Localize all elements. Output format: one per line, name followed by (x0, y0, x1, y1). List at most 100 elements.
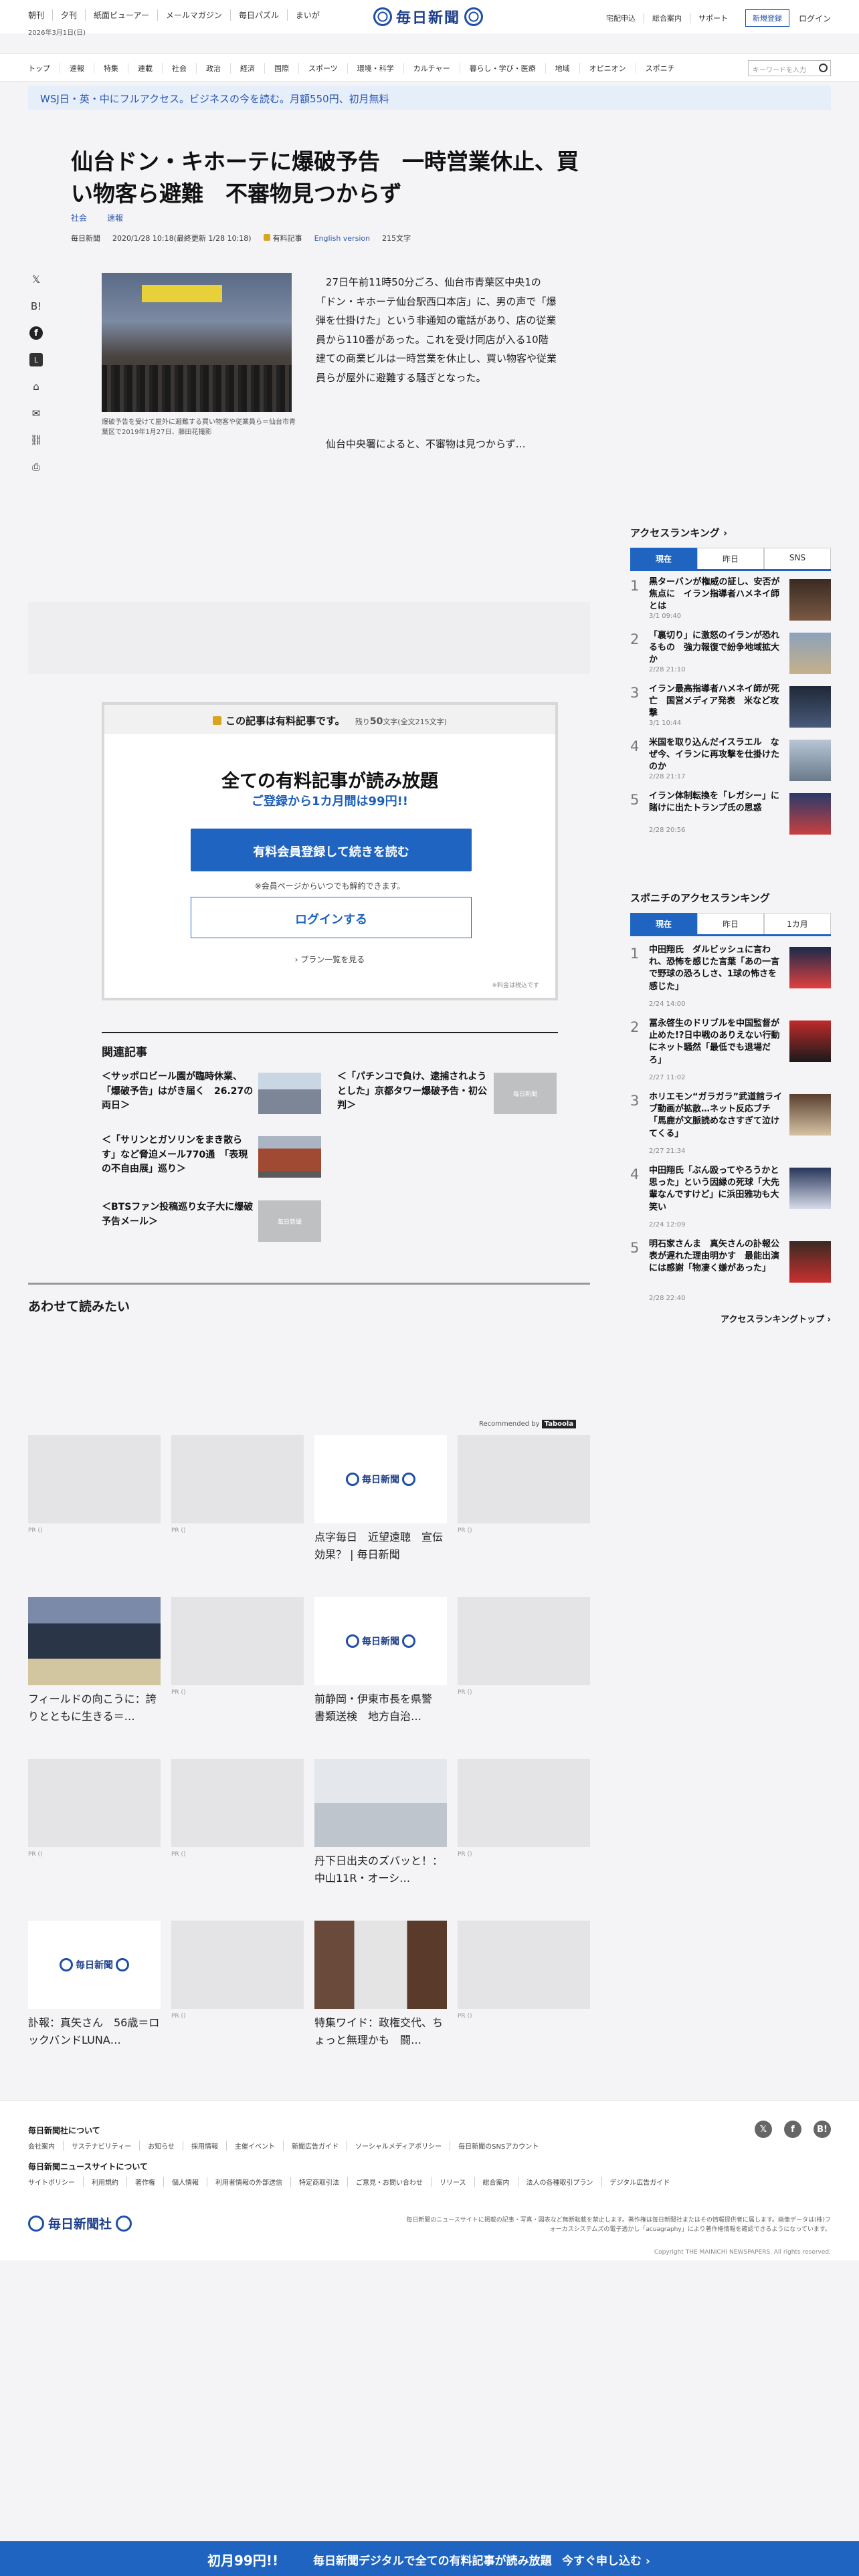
link-support[interactable]: サポート (689, 13, 736, 23)
nav-item[interactable]: 環境・科学 (347, 63, 403, 74)
tab-sns[interactable]: SNS (764, 548, 831, 569)
footer-link[interactable]: 新聞広告ガイド (283, 2141, 347, 2151)
plans-link[interactable]: › プラン一覧を見る (104, 954, 555, 965)
footer-link[interactable]: 特定商取引法 (290, 2177, 347, 2187)
tile-image[interactable] (171, 1759, 304, 1847)
promo-banner[interactable]: WSJ日・英・中にフルアクセス。ビジネスの今を読む。月額550円、初月無料 (28, 86, 831, 110)
link-info[interactable]: 総合案内 (643, 13, 690, 23)
hatena-icon[interactable]: B! (814, 2121, 831, 2138)
tile-image[interactable] (458, 1435, 590, 1523)
tile-image[interactable] (171, 1435, 304, 1523)
footer-link[interactable]: 毎日新聞のSNSアカウント (450, 2141, 547, 2151)
tile-image[interactable] (314, 1759, 447, 1847)
nav-item[interactable]: トップ (28, 63, 60, 74)
facebook-icon[interactable]: f (29, 326, 43, 340)
tile-image[interactable] (28, 1435, 161, 1523)
recommend-tile[interactable]: PR () (171, 1921, 304, 2020)
nav-item[interactable]: カルチャー (403, 63, 460, 74)
recommend-tile[interactable]: PR () (458, 1759, 590, 1858)
rank-thumbnail[interactable] (789, 1094, 831, 1136)
tile-image[interactable]: 毎日新聞 (314, 1435, 447, 1523)
recommend-tile[interactable]: 特集ワイド：政権交代、ちょっと無理かも 闘… (314, 1921, 447, 2048)
nav-item[interactable]: スポニチ (635, 63, 684, 74)
subscribe-cta-bar[interactable]: 初月99円!! 毎日新聞デジタルで全ての有料記事が読み放題 今すぐ申し込む › (0, 2541, 859, 2576)
paywall-login-button[interactable]: ログインする (191, 897, 472, 938)
rank-thumbnail[interactable] (789, 1021, 831, 1062)
tile-image[interactable] (314, 1921, 447, 2009)
footer-link[interactable]: 総合案内 (474, 2177, 518, 2187)
footer-link[interactable]: ご意見・お問い合わせ (347, 2177, 431, 2187)
footer-link[interactable]: 利用規約 (83, 2177, 126, 2187)
x-icon[interactable]: 𝕏 (755, 2121, 772, 2138)
link-puzzle[interactable]: 毎日パズル (229, 9, 287, 21)
nav-item[interactable]: スポーツ (298, 63, 347, 74)
recommend-tile[interactable]: 丹下日出夫のズバッと！：中山11R・オーシ… (314, 1759, 447, 1887)
footer-logo[interactable]: 毎日新聞社 (28, 2214, 132, 2232)
nav-item[interactable]: 経済 (230, 63, 264, 74)
related-thumb[interactable] (258, 1073, 321, 1114)
nav-item[interactable]: 速報 (60, 63, 94, 74)
recommend-tile[interactable]: フィールドの向こうに：誇りとともに生きる＝… (28, 1597, 161, 1725)
recommend-tile[interactable]: 毎日新聞 訃報：真矢さん 56歳＝ロックバンドLUNA… (28, 1921, 161, 2048)
related-thumb[interactable]: 毎日新聞 (494, 1073, 557, 1114)
rank-thumbnail[interactable] (789, 686, 831, 728)
footer-link[interactable]: ソーシャルメディアポリシー (347, 2141, 450, 2151)
footer-link[interactable]: サイトポリシー (28, 2177, 83, 2187)
recommend-tile[interactable]: PR () (458, 1921, 590, 2020)
print-icon[interactable]: ⎙ (29, 460, 43, 473)
link-icon[interactable]: ⛓ (29, 433, 43, 447)
recommend-tile[interactable]: PR () (171, 1597, 304, 1696)
nav-item[interactable]: 地域 (545, 63, 579, 74)
subscribe-button[interactable]: 有料会員登録して続きを読む (191, 829, 472, 871)
tag-society[interactable]: 社会 (71, 212, 87, 223)
ranking-top-link[interactable]: アクセスランキングトップ › (721, 1312, 831, 1325)
recommend-tile[interactable]: PR () (458, 1435, 590, 1534)
tile-image[interactable] (171, 1597, 304, 1685)
tab-sponichi-month[interactable]: 1カ月 (764, 913, 831, 934)
footer-link[interactable]: 著作権 (126, 2177, 163, 2187)
related-item[interactable]: ＜BTSファン投稿巡り女子大に爆破予告メール＞ (102, 1200, 256, 1229)
footer-link[interactable]: 利用者情報の外部送信 (207, 2177, 290, 2187)
tile-image[interactable] (28, 1759, 161, 1847)
nav-item[interactable]: 特集 (94, 63, 128, 74)
nav-item[interactable]: オピニオン (579, 63, 636, 74)
related-item[interactable]: ＜サッポロビール園が臨時休業、「爆破予告」はがき届く 26.27の両日＞ (102, 1070, 256, 1113)
footer-link[interactable]: 個人情報 (163, 2177, 207, 2187)
recommend-tile[interactable]: 毎日新聞 点字毎日 近望遠聴 宣伝効果？ | 毎日新聞 (314, 1435, 447, 1563)
link-mail[interactable]: メールマガジン (157, 9, 230, 21)
footer-link[interactable]: サステナビリティー (63, 2141, 139, 2151)
link-maiga[interactable]: まいが (286, 9, 328, 21)
recommend-tile[interactable]: PR () (171, 1759, 304, 1858)
nav-item[interactable]: 国際 (264, 63, 298, 74)
rank-thumbnail[interactable] (789, 1241, 831, 1283)
tag-breaking[interactable]: 速報 (107, 212, 123, 223)
related-thumb[interactable] (258, 1136, 321, 1178)
nav-item[interactable]: 連載 (128, 63, 162, 74)
recommend-tile[interactable]: PR () (28, 1759, 161, 1858)
link-delivery[interactable]: 宅配申込 (598, 13, 644, 23)
tab-yesterday[interactable]: 昨日 (697, 548, 764, 569)
tab-sponichi-now[interactable]: 現在 (630, 913, 697, 934)
ranking-heading[interactable]: アクセスランキング › (630, 526, 831, 540)
recommend-tile[interactable]: PR () (28, 1435, 161, 1534)
footer-link[interactable]: 会社案内 (28, 2141, 63, 2151)
nav-item[interactable]: 政治 (196, 63, 230, 74)
login-link[interactable]: ログイン (799, 13, 831, 24)
tab-sponichi-yesterday[interactable]: 昨日 (697, 913, 764, 934)
link-evening[interactable]: 夕刊 (52, 9, 85, 21)
footer-link[interactable]: リリース (431, 2177, 474, 2187)
footer-link[interactable]: お知らせ (139, 2141, 183, 2151)
bookmark-icon[interactable]: ⌂ (29, 380, 43, 393)
site-logo[interactable]: 毎日新聞 (373, 6, 484, 27)
footer-link[interactable]: 採用情報 (183, 2141, 226, 2151)
tile-image[interactable] (458, 1921, 590, 2009)
rank-thumbnail[interactable] (789, 1168, 831, 1209)
link-morning[interactable]: 朝刊 (28, 9, 52, 21)
rank-thumbnail[interactable] (789, 947, 831, 988)
related-thumb[interactable]: 毎日新聞 (258, 1200, 321, 1242)
footer-link[interactable]: デジタル広告ガイド (601, 2177, 678, 2187)
nav-item[interactable]: 社会 (162, 63, 196, 74)
rank-thumbnail[interactable] (789, 793, 831, 835)
line-icon[interactable]: L (29, 353, 43, 366)
footer-link[interactable]: 法人の各種取引プラン (517, 2177, 601, 2187)
